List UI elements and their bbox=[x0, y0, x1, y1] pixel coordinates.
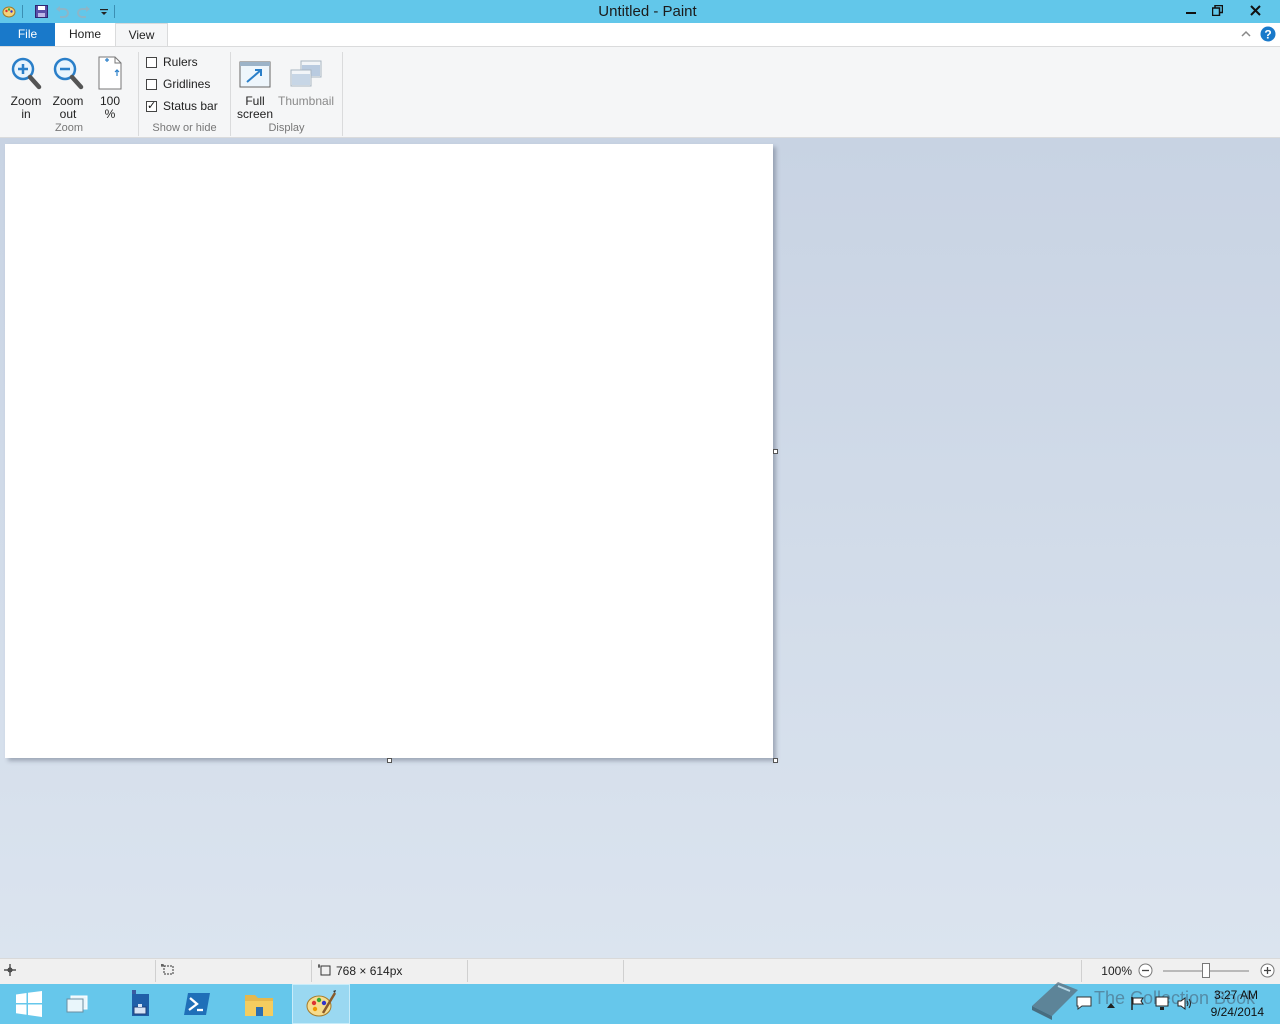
status-divider bbox=[623, 960, 624, 982]
clock-date[interactable]: 9/24/2014 bbox=[1196, 1005, 1264, 1019]
minimize-button[interactable] bbox=[1177, 0, 1204, 21]
status-bar-checkbox-box[interactable] bbox=[146, 99, 157, 112]
tab-file[interactable]: File bbox=[0, 23, 55, 46]
thumbnail-button[interactable]: Thumbnail bbox=[278, 52, 334, 108]
flag-icon[interactable] bbox=[1130, 996, 1146, 1011]
gridlines-checkbox[interactable]: Gridlines bbox=[146, 76, 210, 92]
full-screen-button[interactable]: Full screen bbox=[234, 52, 276, 121]
book-logo-icon bbox=[1028, 976, 1080, 1020]
paint-palette-icon bbox=[306, 990, 337, 1017]
ribbon-tab-row bbox=[0, 23, 1280, 46]
powershell-icon bbox=[184, 993, 210, 1015]
gridlines-checkbox-box[interactable] bbox=[146, 78, 157, 90]
tab-home[interactable]: Home bbox=[55, 23, 115, 46]
task-view-icon bbox=[66, 995, 88, 1013]
zoom-slider-thumb[interactable] bbox=[1202, 963, 1210, 978]
status-bar bbox=[0, 958, 1280, 984]
full-screen-icon bbox=[234, 52, 276, 90]
gridlines-label: Gridlines bbox=[163, 77, 211, 91]
image-size-icon bbox=[318, 964, 332, 976]
rulers-label: Rulers bbox=[163, 55, 198, 69]
status-bar-checkbox[interactable]: Status bar bbox=[146, 98, 218, 114]
drawing-canvas[interactable] bbox=[5, 144, 773, 758]
canvas-resize-handle-bottom[interactable] bbox=[387, 758, 392, 763]
status-bar-label: Status bar bbox=[163, 99, 218, 113]
zoom-out-label-line2: out bbox=[59, 107, 77, 121]
rulers-checkbox-box[interactable] bbox=[146, 56, 157, 68]
server-manager-icon bbox=[132, 990, 149, 1016]
svg-text:?: ? bbox=[1264, 28, 1271, 42]
clock-time[interactable]: 3:27 AM bbox=[1196, 988, 1258, 1002]
volume-icon[interactable] bbox=[1177, 996, 1193, 1011]
zoom-in-status-button[interactable] bbox=[1260, 963, 1275, 978]
status-divider bbox=[1081, 960, 1082, 982]
minimize-ribbon-icon[interactable] bbox=[1240, 28, 1252, 40]
server-manager-button[interactable] bbox=[106, 984, 164, 1024]
cursor-position-icon bbox=[4, 964, 16, 976]
file-explorer-button[interactable] bbox=[230, 984, 288, 1024]
tab-view[interactable]: View bbox=[115, 23, 168, 47]
help-icon[interactable]: ? bbox=[1260, 26, 1276, 42]
windows-logo-icon bbox=[16, 991, 42, 1017]
action-center-icon[interactable] bbox=[1076, 996, 1092, 1010]
restore-button[interactable] bbox=[1204, 0, 1231, 21]
network-icon[interactable] bbox=[1154, 996, 1170, 1011]
canvas-resize-handle-corner[interactable] bbox=[773, 758, 778, 763]
window-title: Untitled - Paint bbox=[598, 3, 697, 20]
paint-taskbar-button[interactable] bbox=[292, 984, 350, 1024]
powershell-button[interactable] bbox=[168, 984, 226, 1024]
thumbnail-label: Thumbnail bbox=[278, 94, 335, 108]
zoom-100-label-line2: % bbox=[104, 107, 116, 121]
group-separator bbox=[342, 52, 343, 136]
zoom-out-status-button[interactable] bbox=[1138, 963, 1153, 978]
zoom-group-label: Zoom bbox=[54, 122, 84, 134]
zoom-100-button[interactable]: 100 % bbox=[92, 52, 128, 121]
thumbnail-icon bbox=[278, 52, 334, 90]
status-divider bbox=[155, 960, 156, 982]
status-divider bbox=[467, 960, 468, 982]
zoom-level-text: 100% bbox=[1101, 964, 1132, 978]
close-button[interactable] bbox=[1232, 0, 1278, 21]
zoom-in-button[interactable]: Zoom in bbox=[6, 52, 46, 121]
display-group-label: Display bbox=[268, 122, 305, 134]
zoom-in-icon bbox=[6, 52, 46, 90]
selection-size-icon bbox=[161, 964, 175, 976]
zoom-out-button[interactable]: Zoom out bbox=[48, 52, 88, 121]
full-screen-label-line2: screen bbox=[236, 107, 274, 121]
show-hidden-icons-chevron[interactable] bbox=[1106, 998, 1116, 1008]
folder-icon bbox=[245, 995, 273, 1016]
status-divider bbox=[311, 960, 312, 982]
task-view-button[interactable] bbox=[48, 984, 106, 1024]
zoom-in-label-line2: in bbox=[21, 107, 31, 121]
image-size-text: 768 × 614px bbox=[336, 964, 403, 978]
canvas-resize-handle-right[interactable] bbox=[773, 449, 778, 454]
rulers-checkbox[interactable]: Rulers bbox=[146, 54, 198, 70]
actual-size-page-icon bbox=[92, 52, 128, 90]
show-or-hide-group-label: Show or hide bbox=[152, 122, 217, 134]
zoom-out-icon bbox=[48, 52, 88, 90]
